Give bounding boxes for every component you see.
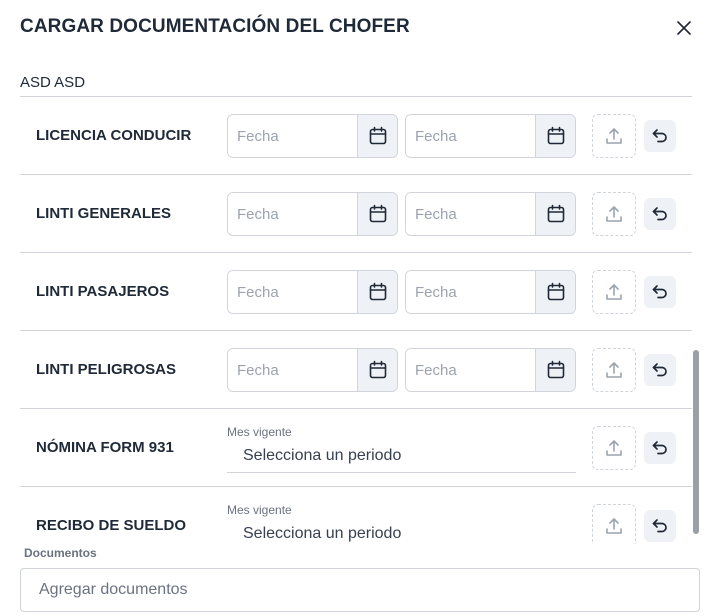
document-row: LICENCIA CONDUCIR — [20, 97, 692, 175]
documents-label: Documentos — [24, 546, 97, 560]
close-icon — [677, 21, 691, 35]
undo-icon — [652, 363, 667, 377]
upload-button[interactable] — [592, 504, 636, 544]
end-date-input[interactable] — [406, 271, 535, 313]
upload-icon — [606, 518, 622, 534]
undo-icon — [652, 441, 667, 455]
document-row: RECIBO DE SUELDO Mes vigente Selecciona … — [20, 487, 692, 544]
document-row: LINTI PELIGROSAS — [20, 331, 692, 409]
calendar-icon — [369, 126, 386, 145]
undo-icon — [652, 129, 667, 143]
row-label: LINTI GENERALES — [36, 205, 172, 222]
document-row: NÓMINA FORM 931 Mes vigente Selecciona u… — [20, 409, 692, 487]
start-date-field[interactable] — [227, 348, 398, 392]
upload-icon — [606, 284, 622, 300]
start-date-input[interactable] — [228, 271, 357, 313]
upload-icon — [606, 206, 622, 222]
dialog-title: CARGAR DOCUMENTACIÓN DEL CHOFER — [20, 16, 410, 37]
reset-button[interactable] — [644, 198, 676, 230]
start-date-field[interactable] — [227, 192, 398, 236]
upload-button[interactable] — [592, 348, 636, 392]
reset-button[interactable] — [644, 432, 676, 464]
period-label: Mes vigente — [227, 503, 292, 517]
start-date-field[interactable] — [227, 114, 398, 158]
start-date-input[interactable] — [228, 193, 357, 235]
reset-button[interactable] — [644, 276, 676, 308]
calendar-icon — [547, 126, 564, 145]
documents-list[interactable]: LICENCIA CONDUCIR LINTI GENERALES — [20, 96, 692, 544]
calendar-icon — [369, 204, 386, 223]
period-value: Selecciona un periodo — [243, 446, 402, 464]
driver-name: ASD ASD — [20, 74, 86, 91]
upload-button[interactable] — [592, 192, 636, 236]
row-label: LINTI PELIGROSAS — [36, 361, 177, 378]
calendar-icon — [547, 204, 564, 223]
end-date-input[interactable] — [406, 349, 535, 391]
undo-icon — [652, 519, 667, 533]
end-date-field[interactable] — [405, 192, 576, 236]
end-date-field[interactable] — [405, 348, 576, 392]
undo-icon — [652, 285, 667, 299]
period-value: Selecciona un periodo — [243, 524, 402, 542]
end-date-field[interactable] — [405, 114, 576, 158]
period-label: Mes vigente — [227, 425, 292, 439]
start-date-picker-button[interactable] — [357, 115, 397, 157]
start-date-field[interactable] — [227, 270, 398, 314]
upload-button[interactable] — [592, 270, 636, 314]
period-select[interactable]: Selecciona un periodo — [227, 439, 576, 473]
document-row: LINTI PASAJEROS — [20, 253, 692, 331]
upload-icon — [606, 362, 622, 378]
reset-button[interactable] — [644, 510, 676, 542]
end-date-field[interactable] — [405, 270, 576, 314]
scrollbar-thumb[interactable] — [693, 350, 699, 534]
calendar-icon — [369, 282, 386, 301]
end-date-input[interactable] — [406, 115, 535, 157]
document-row: LINTI GENERALES — [20, 175, 692, 253]
calendar-icon — [369, 360, 386, 379]
start-date-input[interactable] — [228, 349, 357, 391]
end-date-picker-button[interactable] — [535, 193, 575, 235]
end-date-picker-button[interactable] — [535, 115, 575, 157]
scrollbar[interactable] — [692, 96, 700, 544]
end-date-picker-button[interactable] — [535, 271, 575, 313]
reset-button[interactable] — [644, 120, 676, 152]
upload-icon — [606, 440, 622, 456]
start-date-picker-button[interactable] — [357, 193, 397, 235]
reset-button[interactable] — [644, 354, 676, 386]
start-date-picker-button[interactable] — [357, 349, 397, 391]
row-label: LICENCIA CONDUCIR — [36, 127, 192, 144]
upload-button[interactable] — [592, 426, 636, 470]
calendar-icon — [547, 360, 564, 379]
end-date-picker-button[interactable] — [535, 349, 575, 391]
undo-icon — [652, 207, 667, 221]
end-date-input[interactable] — [406, 193, 535, 235]
upload-icon — [606, 128, 622, 144]
add-documents-input[interactable] — [20, 568, 700, 612]
start-date-picker-button[interactable] — [357, 271, 397, 313]
calendar-icon — [547, 282, 564, 301]
start-date-input[interactable] — [228, 115, 357, 157]
row-label: LINTI PASAJEROS — [36, 283, 170, 300]
upload-button[interactable] — [592, 114, 636, 158]
row-label: NÓMINA FORM 931 — [36, 439, 174, 456]
row-label: RECIBO DE SUELDO — [36, 517, 187, 534]
period-select[interactable]: Selecciona un periodo — [227, 517, 576, 544]
close-button[interactable] — [672, 17, 696, 39]
